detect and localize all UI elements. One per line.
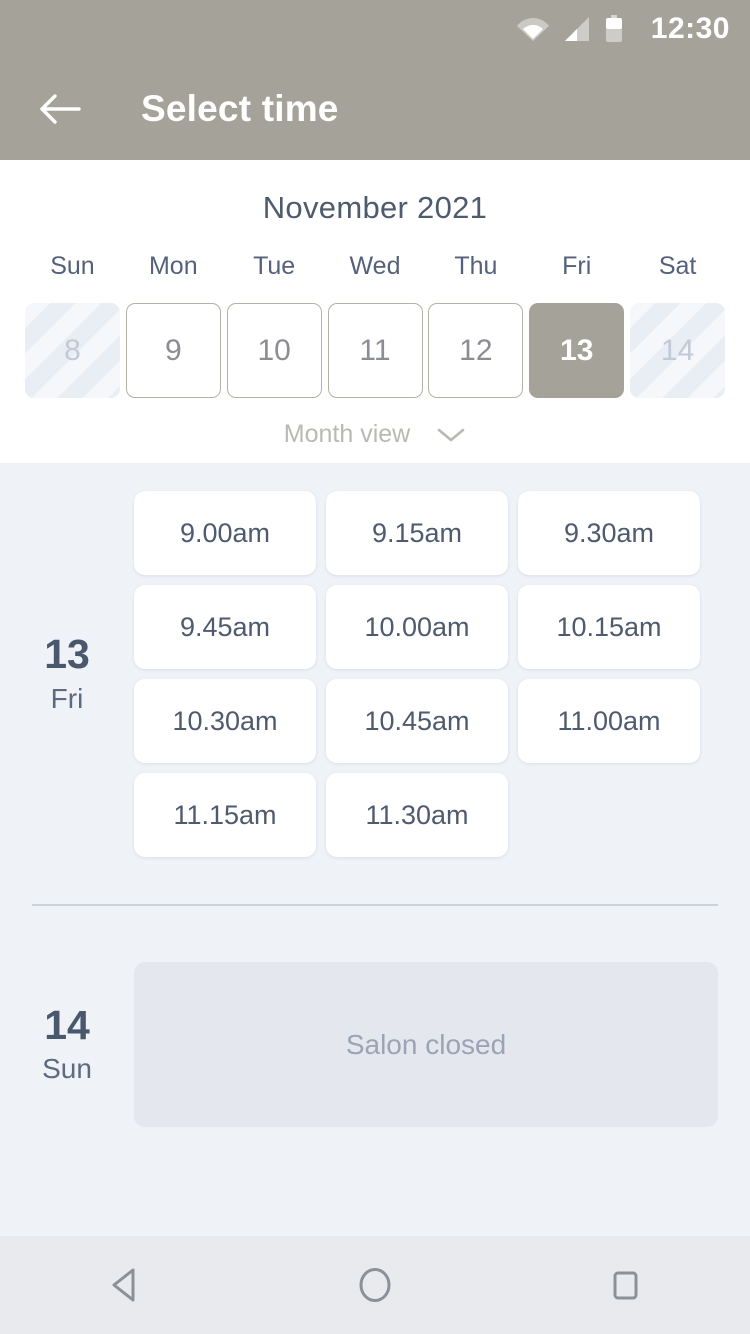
- weekday-label: Sat: [658, 252, 697, 280]
- calendar-date-10[interactable]: 10: [226, 303, 322, 398]
- day-label-13: 13 Fri: [0, 491, 134, 857]
- section-divider: [32, 904, 718, 906]
- date-cell-slot: 11: [325, 303, 426, 398]
- weekday-label: Fri: [562, 252, 592, 280]
- date-cell-slot: 9: [123, 303, 224, 398]
- date-cell-slot: 14: [627, 303, 728, 398]
- date-cell-slot: 12: [425, 303, 526, 398]
- date-cell-slot: 10: [224, 303, 325, 398]
- calendar-date-row: 8 9 10 11 12 13 14: [0, 303, 750, 398]
- time-slot[interactable]: 9.30am: [518, 491, 700, 575]
- calendar-date-13-selected[interactable]: 13: [529, 303, 625, 398]
- calendar-date-14: 14: [630, 303, 726, 398]
- calendar-date-11[interactable]: 11: [327, 303, 423, 398]
- day-number: 14: [44, 1001, 90, 1048]
- day-weekday: Fri: [50, 682, 84, 714]
- app-bar: Select time: [0, 58, 750, 160]
- calendar-date-12[interactable]: 12: [428, 303, 524, 398]
- time-slot[interactable]: 11.00am: [518, 679, 700, 763]
- date-cell-slot: 13: [526, 303, 627, 398]
- back-button[interactable]: [32, 81, 88, 137]
- app-screen: 12:30 Select time November 2021 Sun Mon …: [0, 0, 750, 1334]
- calendar-date-9[interactable]: 9: [125, 303, 221, 398]
- triangle-back-icon: [112, 1268, 135, 1302]
- calendar-date-8: 8: [24, 303, 120, 398]
- back-arrow-icon: [40, 94, 81, 124]
- day-number: 13: [44, 631, 90, 678]
- time-slot[interactable]: 9.45am: [134, 585, 316, 669]
- back-nav-button[interactable]: [70, 1236, 180, 1334]
- schedule-list: 13 Fri 9.00am 9.15am 9.30am 9.45am 10.00…: [0, 463, 750, 1236]
- time-slot-grid: 9.00am 9.15am 9.30am 9.45am 10.00am 10.1…: [134, 491, 718, 857]
- recents-nav-button[interactable]: [570, 1236, 680, 1334]
- calendar-weekday-row: Sun Mon Tue Wed Thu Fri Sat: [0, 252, 750, 281]
- salon-closed-panel: Salon closed: [134, 962, 718, 1127]
- battery-icon: [605, 15, 622, 42]
- time-slot[interactable]: 10.30am: [134, 679, 316, 763]
- weekday-label: Mon: [148, 252, 198, 280]
- schedule-day-14: 14 Sun Salon closed: [0, 962, 750, 1127]
- day-label-14: 14 Sun: [0, 962, 134, 1127]
- calendar-panel: November 2021 Sun Mon Tue Wed Thu Fri Sa…: [0, 160, 750, 463]
- wifi-icon: [516, 18, 549, 41]
- weekday-label: Sun: [50, 252, 95, 280]
- weekday-label: Wed: [349, 252, 401, 280]
- month-view-label: Month view: [283, 420, 411, 448]
- square-recents-icon: [613, 1271, 638, 1300]
- status-bar: 12:30: [0, 0, 750, 58]
- calendar-month-title: November 2021: [262, 190, 488, 225]
- time-slot[interactable]: 11.15am: [134, 773, 316, 857]
- time-slot[interactable]: 10.45am: [326, 679, 508, 763]
- status-icon-group: 12:30: [516, 12, 730, 45]
- android-nav-bar: [0, 1236, 750, 1334]
- time-slot[interactable]: 9.00am: [134, 491, 316, 575]
- schedule-day-13: 13 Fri 9.00am 9.15am 9.30am 9.45am 10.00…: [0, 491, 750, 857]
- day-weekday: Sun: [42, 1053, 92, 1085]
- time-slot[interactable]: 11.30am: [326, 773, 508, 857]
- weekday-label: Thu: [454, 252, 498, 280]
- status-bar-clock: 12:30: [650, 12, 730, 45]
- time-slot[interactable]: 9.15am: [326, 491, 508, 575]
- time-slot[interactable]: 10.00am: [326, 585, 508, 669]
- circle-home-icon: [359, 1268, 391, 1302]
- month-view-toggle[interactable]: Month view: [0, 420, 750, 449]
- time-slot[interactable]: 10.15am: [518, 585, 700, 669]
- cellular-signal-icon: [564, 17, 589, 41]
- page-title: Select time: [141, 88, 339, 129]
- chevron-down-icon: [437, 428, 465, 441]
- date-cell-slot: 8: [22, 303, 123, 398]
- weekday-label: Tue: [253, 252, 296, 280]
- home-nav-button[interactable]: [320, 1236, 430, 1334]
- salon-closed-message: Salon closed: [345, 1028, 507, 1060]
